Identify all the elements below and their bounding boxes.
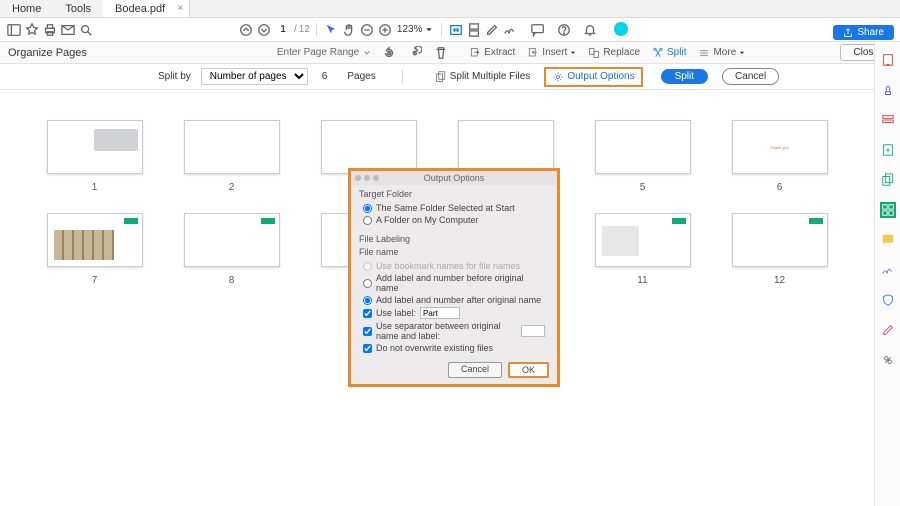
sign-icon[interactable]	[502, 22, 518, 38]
fill-sign-icon[interactable]	[880, 262, 896, 278]
tab-tools[interactable]: Tools	[53, 0, 103, 17]
split-toolbar: Split by Number of pages 6 Pages Split M…	[0, 64, 900, 90]
split-mode-select[interactable]: Number of pages	[201, 68, 308, 85]
output-options-dialog: Output Options Target Folder The Same Fo…	[348, 168, 560, 387]
dialog-titlebar: Output Options	[351, 171, 557, 185]
replace-button[interactable]: Replace	[588, 47, 640, 59]
main-toolbar: / 12 123% Share	[0, 18, 900, 42]
zoom-in-icon[interactable]	[377, 22, 393, 38]
target-folder-heading: Target Folder	[359, 189, 549, 199]
page-down-icon[interactable]	[256, 22, 272, 38]
highlight-icon[interactable]	[484, 22, 500, 38]
page-thumb-1[interactable]: 1	[40, 120, 149, 193]
separator-input[interactable]	[521, 325, 545, 337]
document-tab-bar: Home Tools Bodea.pdf ×	[0, 0, 900, 18]
comment-icon[interactable]	[880, 232, 896, 248]
add-before-radio[interactable]	[363, 279, 372, 288]
search-icon[interactable]	[78, 22, 94, 38]
page-current-input[interactable]	[274, 24, 292, 35]
stamp-icon[interactable]	[880, 82, 896, 98]
tab-document-label: Bodea.pdf	[115, 3, 165, 15]
form-icon[interactable]	[880, 112, 896, 128]
zoom-level[interactable]: 123%	[395, 24, 436, 35]
bell-icon[interactable]	[582, 22, 598, 38]
rotate-ccw-icon[interactable]	[381, 45, 397, 61]
file-name-heading: File name	[359, 247, 549, 257]
use-separator-check[interactable]	[363, 327, 372, 336]
zoom-out-icon[interactable]	[359, 22, 375, 38]
close-icon[interactable]: ×	[177, 3, 183, 14]
label-input[interactable]	[420, 307, 460, 319]
page-total: 12	[299, 24, 310, 35]
help-icon[interactable]	[556, 22, 572, 38]
insert-dropdown[interactable]: Insert	[527, 47, 576, 59]
page-thumb-5[interactable]: 5	[588, 120, 697, 193]
more-dropdown[interactable]: More	[698, 47, 745, 59]
tab-home[interactable]: Home	[0, 0, 53, 17]
share-button[interactable]: Share	[833, 25, 894, 40]
pointer-icon[interactable]	[323, 22, 339, 38]
page-thumb-2[interactable]: 2	[177, 120, 286, 193]
protect-icon[interactable]	[880, 292, 896, 308]
page-thumb-8[interactable]: 8	[177, 213, 286, 286]
page-thumb-11[interactable]: 11	[588, 213, 697, 286]
page-thumb-6[interactable]: Thank you6	[725, 120, 834, 193]
organize-toolbar: Organize Pages Enter Page Range Extract …	[0, 42, 900, 64]
pages-label: Pages	[347, 71, 375, 82]
export-pdf-icon[interactable]	[880, 52, 896, 68]
hand-icon[interactable]	[341, 22, 357, 38]
add-after-radio[interactable]	[363, 296, 372, 305]
page-range-dropdown[interactable]: Enter Page Range	[277, 47, 371, 58]
folder-on-pc-radio[interactable]	[363, 216, 372, 225]
dialog-ok-button[interactable]: OK	[508, 362, 549, 378]
delete-icon[interactable]	[433, 45, 449, 61]
mail-icon[interactable]	[60, 22, 76, 38]
right-tool-rail	[874, 42, 900, 506]
split-count: 6	[322, 71, 328, 82]
organize-icon[interactable]	[880, 202, 896, 218]
file-labeling-heading: File Labeling	[359, 234, 549, 244]
tab-document[interactable]: Bodea.pdf ×	[103, 0, 190, 17]
sidebar-toggle-icon[interactable]	[6, 22, 22, 38]
star-icon[interactable]	[24, 22, 40, 38]
split-button[interactable]: Split	[661, 69, 708, 84]
split-by-label: Split by	[158, 71, 191, 82]
use-label-check[interactable]	[363, 309, 372, 318]
page-up-icon[interactable]	[238, 22, 254, 38]
organize-title: Organize Pages	[8, 47, 87, 59]
avatar[interactable]	[614, 22, 628, 36]
fit-width-icon[interactable]	[448, 22, 464, 38]
extract-button[interactable]: Extract	[469, 47, 515, 59]
no-overwrite-check[interactable]	[363, 344, 372, 353]
same-folder-radio[interactable]	[363, 204, 372, 213]
edit-icon[interactable]	[880, 322, 896, 338]
use-bookmark-radio	[363, 262, 372, 271]
cancel-button[interactable]: Cancel	[722, 68, 779, 85]
print-icon[interactable]	[42, 22, 58, 38]
split-tool-button[interactable]: Split	[652, 47, 686, 59]
scroll-mode-icon[interactable]	[466, 22, 482, 38]
page-thumb-12[interactable]: 12	[725, 213, 834, 286]
output-options-button[interactable]: Output Options	[544, 67, 642, 87]
split-multiple-button[interactable]: Split Multiple Files	[435, 71, 531, 83]
combine-icon[interactable]	[880, 172, 896, 188]
create-pdf-icon[interactable]	[880, 142, 896, 158]
rotate-cw-icon[interactable]	[407, 45, 423, 61]
more-tools-icon[interactable]	[880, 352, 896, 368]
dialog-cancel-button[interactable]: Cancel	[448, 362, 502, 378]
page-thumb-7[interactable]: 7	[40, 213, 149, 286]
chat-icon[interactable]	[530, 22, 546, 38]
